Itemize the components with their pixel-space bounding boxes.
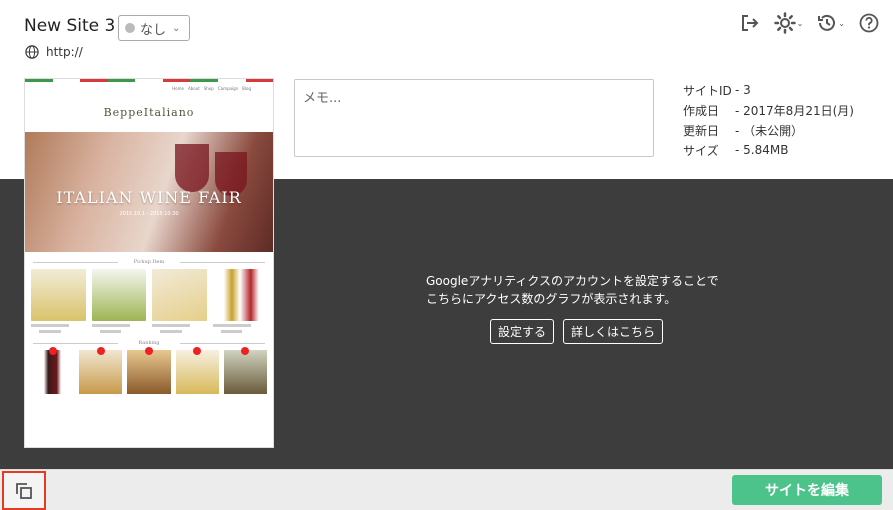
analytics-message-line2: こちらにアクセス数のグラフが表示されます。	[426, 292, 677, 306]
history-icon	[818, 14, 836, 31]
thumbnail-flag-bar	[25, 79, 273, 82]
info-label: サイズ	[683, 143, 719, 158]
info-row-size: サイズ - 5.84MB	[683, 140, 854, 160]
duplicate-site-button[interactable]	[2, 471, 46, 510]
edit-site-button[interactable]: サイトを編集	[732, 475, 882, 505]
footer-bar: サイトを編集	[0, 469, 893, 510]
analytics-message-line1: Googleアナリティクスのアカウントを設定することで	[426, 274, 719, 288]
thumbnail-nav: Home About Shop Campaign Blog	[25, 82, 273, 94]
help-icon	[859, 13, 879, 33]
thumbnail-hero-subtitle: 2015.10.1 - 2015.10.30	[119, 211, 179, 217]
thumbnail-ranking-item	[175, 347, 219, 394]
site-detail-page: New Site 3 なし ⌄ http:// ⌄ ⌄ メモ... サイトID …	[0, 0, 893, 510]
info-row-updated: 更新日 - （未公開）	[683, 120, 854, 140]
exit-button[interactable]	[740, 13, 760, 33]
thumbnail-ranking-item	[223, 347, 268, 394]
thumbnail-ranking-heading: Ranking	[25, 340, 273, 346]
info-label: 更新日	[683, 123, 720, 138]
site-info: サイトID - 3 作成日 - 2017年8月21日(月) 更新日 - （未公開…	[683, 80, 854, 160]
globe-icon	[25, 45, 39, 59]
history-button[interactable]: ⌄	[817, 13, 845, 33]
analytics-setup-button[interactable]: 設定する	[490, 319, 554, 344]
thumbnail-product	[91, 269, 146, 333]
info-value: - 2017年8月21日(月)	[735, 103, 854, 118]
thumbnail-product	[31, 269, 86, 333]
status-dot-icon	[125, 23, 135, 33]
sign-out-icon	[741, 15, 759, 31]
info-value: - 5.84MB	[735, 143, 789, 157]
info-value: - （未公開）	[735, 123, 804, 138]
thumbnail-hero-title: ITALIAN WINE FAIR	[56, 188, 242, 207]
wine-glass-image	[175, 144, 209, 192]
settings-button[interactable]: ⌄	[773, 12, 804, 34]
info-row-site-id: サイトID - 3	[683, 80, 854, 100]
thumbnail-ranking-item	[127, 347, 171, 394]
thumbnail-product-row	[25, 269, 273, 333]
thumbnail-product	[152, 269, 207, 333]
status-selected-value: なし	[140, 22, 167, 38]
site-toolbar: ⌄ ⌄	[726, 12, 879, 34]
thumbnail-ranking-item	[31, 347, 75, 394]
site-url[interactable]: http://	[46, 45, 83, 59]
chevron-down-icon: ⌄	[172, 22, 181, 34]
memo-field[interactable]	[294, 79, 654, 157]
thumbnail-nav-item: Campaign	[217, 85, 239, 91]
thumbnail-hero: ITALIAN WINE FAIR 2015.10.1 - 2015.10.30	[25, 132, 273, 252]
thumbnail-nav-item: Home	[172, 85, 184, 91]
thumbnail-ranking-item	[79, 347, 123, 394]
thumbnail-ranking-row	[25, 347, 273, 394]
info-row-created: 作成日 - 2017年8月21日(月)	[683, 100, 854, 120]
site-url-row: http://	[25, 45, 83, 59]
thumbnail-nav-item: About	[187, 85, 200, 91]
site-title: New Site 3	[24, 16, 116, 36]
caret-down-icon: ⌄	[838, 18, 845, 28]
gear-icon	[773, 12, 796, 34]
thumbnail-nav-item: Blog	[242, 85, 251, 91]
caret-down-icon: ⌄	[796, 18, 804, 28]
thumbnail-nav-item: Shop	[203, 85, 214, 91]
info-value: - 3	[735, 83, 751, 97]
status-select[interactable]: なし ⌄	[118, 15, 190, 41]
analytics-learn-more-button[interactable]: 詳しくはこちら	[563, 319, 663, 344]
info-label: 作成日	[683, 103, 720, 118]
analytics-message: Googleアナリティクスのアカウントを設定することで こちらにアクセス数のグラ…	[340, 272, 800, 308]
thumbnail-product	[212, 269, 267, 333]
help-button[interactable]	[859, 13, 879, 33]
copy-icon	[16, 482, 32, 499]
site-thumbnail[interactable]: Home About Shop Campaign Blog BeppeItali…	[24, 78, 274, 448]
info-label: サイトID	[683, 83, 732, 98]
thumbnail-pickup-heading: Pickup Item	[25, 259, 273, 265]
thumbnail-brand: BeppeItaliano	[103, 106, 195, 119]
